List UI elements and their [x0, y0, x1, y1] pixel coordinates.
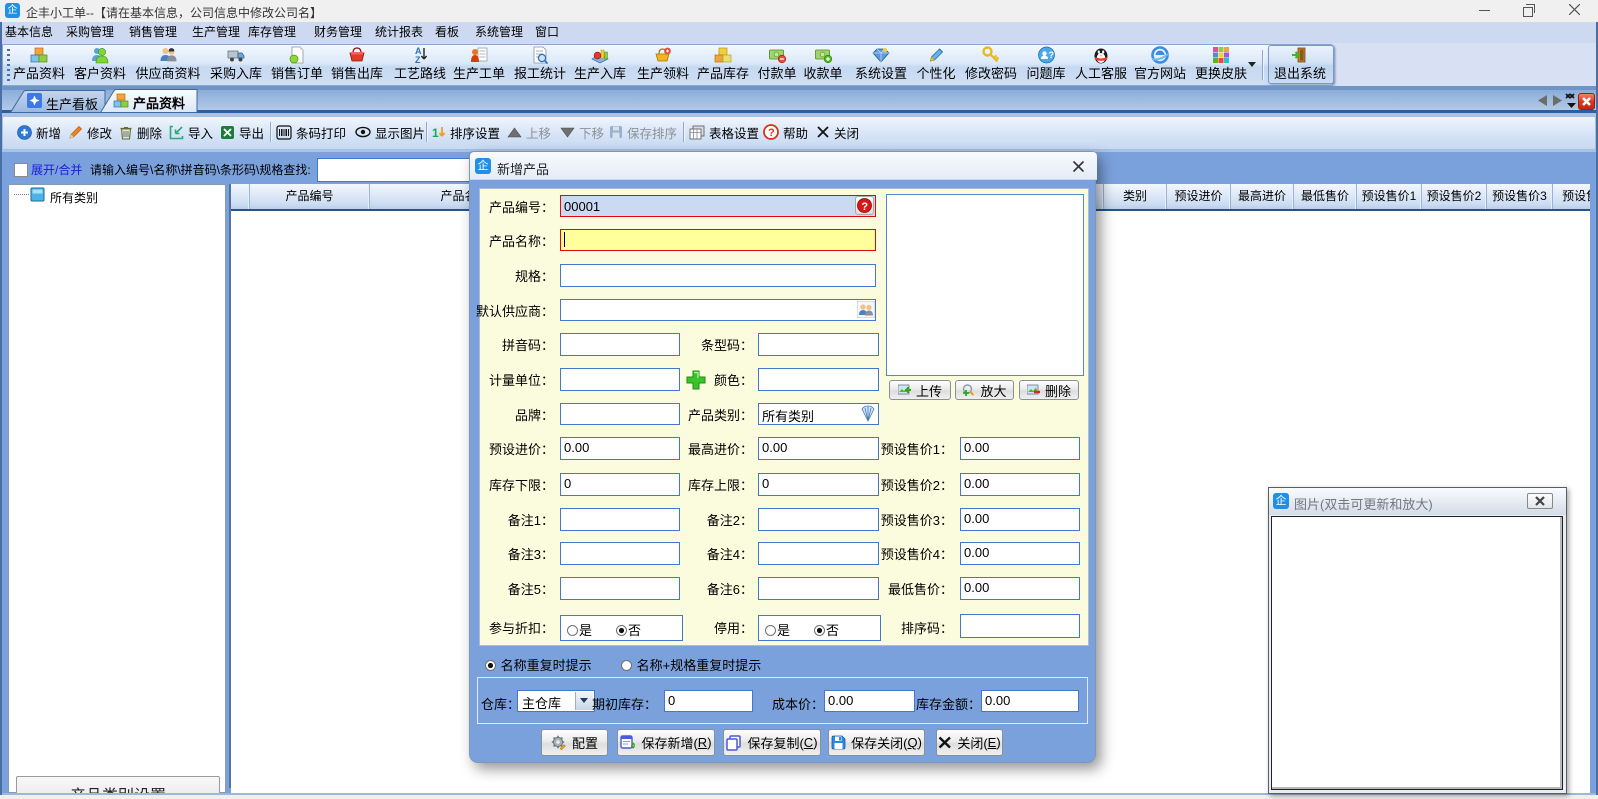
svg-text:?: ?: [1048, 50, 1054, 60]
svg-text:?: ?: [861, 201, 868, 213]
svg-text:Z: Z: [415, 55, 421, 64]
svg-text:?: ?: [768, 127, 775, 139]
svg-text:1: 1: [432, 126, 439, 140]
